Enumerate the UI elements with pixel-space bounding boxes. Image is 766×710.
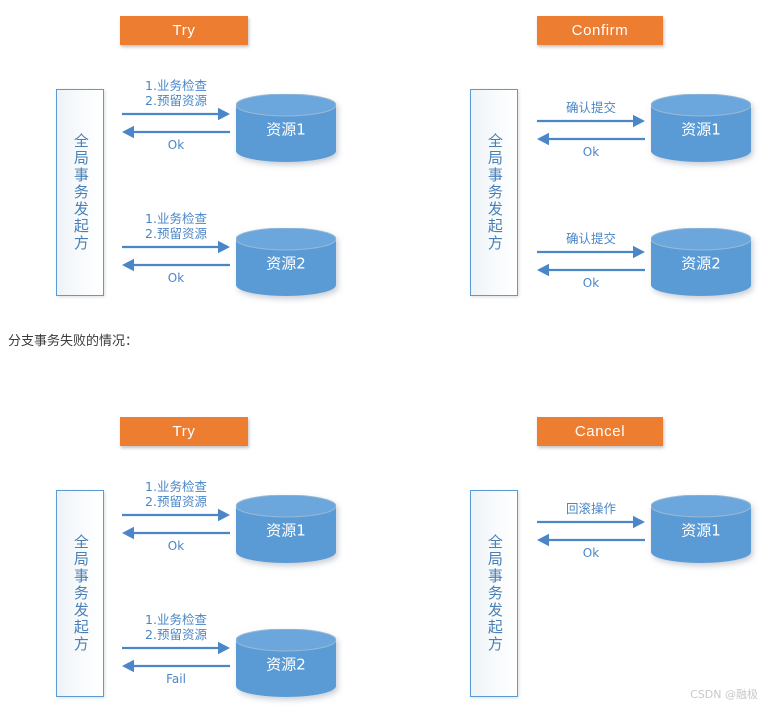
arrow-group-try-fail-2: 1.业务检查 2.预留资源 Fail [122,612,230,686]
arrow-request-line-2: 2.预留资源 [145,494,207,510]
resource-cylinder-cancel-1: 资源1 [651,495,751,563]
bidirectional-arrows-icon [537,245,645,277]
phase-header-label: Confirm [571,22,629,39]
bidirectional-arrows-icon [122,240,230,272]
arrow-request-line-2: 2.预留资源 [145,93,207,109]
arrow-response-caption: Ok [582,145,600,159]
resource-cylinder-try-fail-2: 资源2 [236,629,336,697]
arrow-response-caption: Ok [582,546,600,560]
arrow-request-caption: 确认提交 [537,231,645,247]
initiator-box-try-fail: 全局事务发起方 [56,490,104,697]
arrow-group-try-success-1: 1.业务检查 2.预留资源 Ok [122,78,230,152]
resource-cylinder-try-success-2: 资源2 [236,228,336,296]
arrow-response-caption: Ok [167,271,185,285]
arrow-group-confirm-1: 确认提交 Ok [537,100,645,159]
arrow-request-caption: 1.业务检查 2.预留资源 [122,612,230,643]
phase-header-confirm: Confirm [537,16,663,45]
tcc-transaction-diagram: Try 全局事务发起方 1.业务检查 2.预留资源 Ok 资源1 1.业务检查 … [0,0,766,710]
arrow-group-cancel-1: 回滚操作 Ok [537,501,645,560]
bidirectional-arrows-icon [537,114,645,146]
initiator-box-try-success: 全局事务发起方 [56,89,104,296]
bidirectional-arrows-icon [537,515,645,547]
arrow-response-caption: Ok [167,138,185,152]
arrow-group-try-success-2: 1.业务检查 2.预留资源 Ok [122,211,230,285]
csdn-watermark: CSDN @融极 [690,688,758,701]
arrow-response-caption: Ok [582,276,600,290]
resource-cylinder-confirm-2: 资源2 [651,228,751,296]
arrow-request-line-1: 1.业务检查 [145,478,207,494]
resource-cylinder-try-success-1: 资源1 [236,94,336,162]
phase-header-try-fail: Try [120,417,248,446]
initiator-box-cancel: 全局事务发起方 [470,490,518,697]
initiator-label: 全局事务发起方 [71,534,90,653]
arrow-request-line-2: 2.预留资源 [145,627,207,643]
arrow-group-confirm-2: 确认提交 Ok [537,231,645,290]
arrow-request-caption: 1.业务检查 2.预留资源 [122,78,230,109]
bidirectional-arrows-icon [122,508,230,540]
phase-header-label: Try [172,22,196,39]
arrow-request-line-1: 回滚操作 [565,501,616,517]
arrow-request-caption: 1.业务检查 2.预留资源 [122,211,230,242]
resource-cylinder-confirm-1: 资源1 [651,94,751,162]
arrow-request-caption: 1.业务检查 2.预留资源 [122,479,230,510]
arrow-response-caption: Fail [166,672,186,686]
arrow-response-caption: Ok [167,539,185,553]
initiator-box-confirm: 全局事务发起方 [470,89,518,296]
branch-failure-note: 分支事务失败的情况： [8,334,139,349]
arrow-request-line-1: 1.业务检查 [145,210,207,226]
bidirectional-arrows-icon [122,641,230,673]
arrow-request-caption: 回滚操作 [537,501,645,517]
phase-header-try-success: Try [120,16,248,45]
arrow-request-line-1: 1.业务检查 [145,77,207,93]
initiator-label: 全局事务发起方 [71,133,90,252]
initiator-label: 全局事务发起方 [485,534,504,653]
bidirectional-arrows-icon [122,107,230,139]
arrow-request-line-1: 确认提交 [565,231,616,247]
phase-header-label: Try [172,423,196,440]
arrow-request-caption: 确认提交 [537,100,645,116]
resource-cylinder-try-fail-1: 资源1 [236,495,336,563]
arrow-request-line-2: 2.预留资源 [145,226,207,242]
phase-header-cancel: Cancel [537,417,663,446]
arrow-request-line-1: 确认提交 [565,100,616,116]
arrow-request-line-1: 1.业务检查 [145,611,207,627]
initiator-label: 全局事务发起方 [485,133,504,252]
arrow-group-try-fail-1: 1.业务检查 2.预留资源 Ok [122,479,230,553]
phase-header-label: Cancel [574,423,626,440]
